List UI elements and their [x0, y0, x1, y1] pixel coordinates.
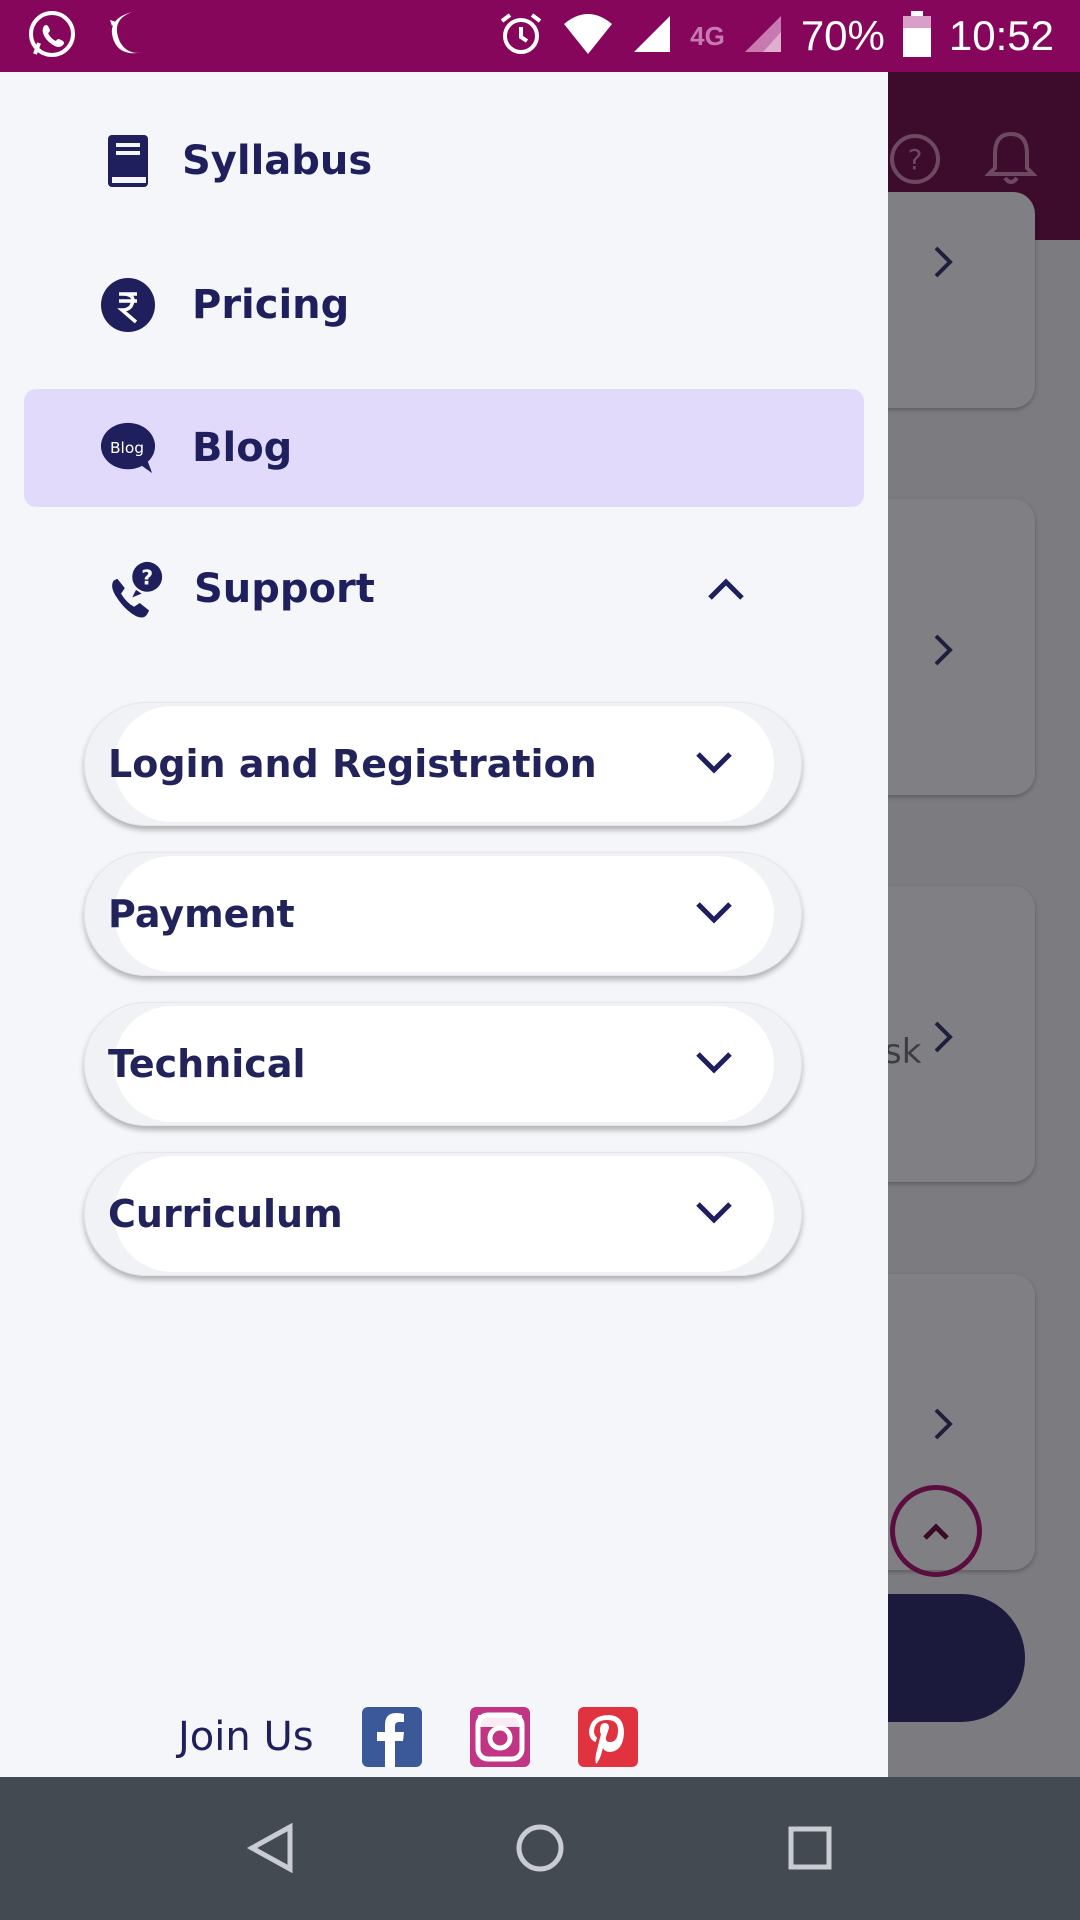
chevron-down-icon [696, 1202, 732, 1224]
battery-percent: 70% [800, 12, 885, 59]
home-icon[interactable] [505, 1813, 575, 1883]
menu-label-support: Support [194, 566, 375, 612]
wifi-icon [562, 12, 614, 60]
background-partial-text: sk [884, 1032, 922, 1072]
chevron-right-icon [934, 1408, 953, 1440]
chevron-down-icon [696, 902, 732, 924]
instagram-icon[interactable] [469, 1707, 530, 1767]
chevron-up-icon[interactable] [706, 574, 746, 602]
chevron-right-icon [934, 246, 953, 278]
svg-text:Blog: Blog [110, 439, 144, 457]
support-topic-curriculum[interactable]: Curriculum [84, 1152, 802, 1276]
clock: 10:52 [948, 12, 1054, 59]
navigation-drawer: Syllabus Pricing Blog Blog ? Support Log… [0, 72, 888, 1777]
whatsapp-notification-icon [26, 8, 78, 64]
menu-item-blog[interactable]: Blog Blog [24, 389, 864, 507]
menu-item-pricing[interactable]: Pricing [24, 246, 864, 364]
support-topic-label: Technical [108, 1042, 306, 1086]
network-type: 4G [690, 20, 725, 51]
menu-label-syllabus: Syllabus [182, 138, 373, 184]
menu-label-blog: Blog [192, 425, 293, 471]
rupee-icon [100, 277, 156, 333]
pinterest-icon[interactable] [577, 1707, 638, 1767]
support-topic-label: Curriculum [108, 1192, 343, 1236]
help-icon: ? [888, 132, 942, 190]
status-bar: 4G 70% 10:52 [0, 0, 1080, 72]
support-topic-label: Payment [108, 892, 295, 936]
alarm-icon [498, 11, 544, 61]
support-topic-label: Login and Registration [108, 742, 597, 786]
scroll-top-button [890, 1485, 982, 1577]
back-icon[interactable] [236, 1813, 306, 1883]
battery-icon [902, 11, 931, 61]
chevron-up-icon [923, 1523, 949, 1540]
book-icon [100, 133, 156, 189]
support-phone-icon: ? [108, 561, 164, 618]
svg-text:?: ? [141, 565, 153, 589]
system-navigation-bar [0, 1777, 1080, 1920]
signal-weak-icon [743, 14, 783, 58]
menu-item-support[interactable]: ? Support [24, 530, 864, 648]
chevron-right-icon [934, 1021, 953, 1053]
chevron-down-icon [696, 752, 732, 774]
status-bar-right: 4G 70% 10:52 [498, 0, 1054, 72]
svg-text:?: ? [908, 143, 923, 176]
recents-icon[interactable] [775, 1813, 845, 1883]
join-us-label: Join Us [178, 1714, 314, 1760]
facebook-icon[interactable] [361, 1707, 422, 1767]
signal-icon [632, 14, 672, 58]
join-us-row: Join Us [178, 1705, 686, 1769]
menu-label-pricing: Pricing [192, 282, 350, 328]
moon-notification-icon [104, 8, 148, 64]
menu-item-syllabus[interactable]: Syllabus [24, 102, 864, 220]
support-topic-login-registration[interactable]: Login and Registration [84, 702, 802, 826]
chevron-right-icon [934, 634, 953, 666]
chevron-down-icon [696, 1052, 732, 1074]
status-bar-left [26, 10, 148, 62]
notification-bell-icon [984, 128, 1038, 190]
blog-bubble-icon: Blog [100, 420, 156, 476]
support-topic-technical[interactable]: Technical [84, 1002, 802, 1126]
support-topic-payment[interactable]: Payment [84, 852, 802, 976]
